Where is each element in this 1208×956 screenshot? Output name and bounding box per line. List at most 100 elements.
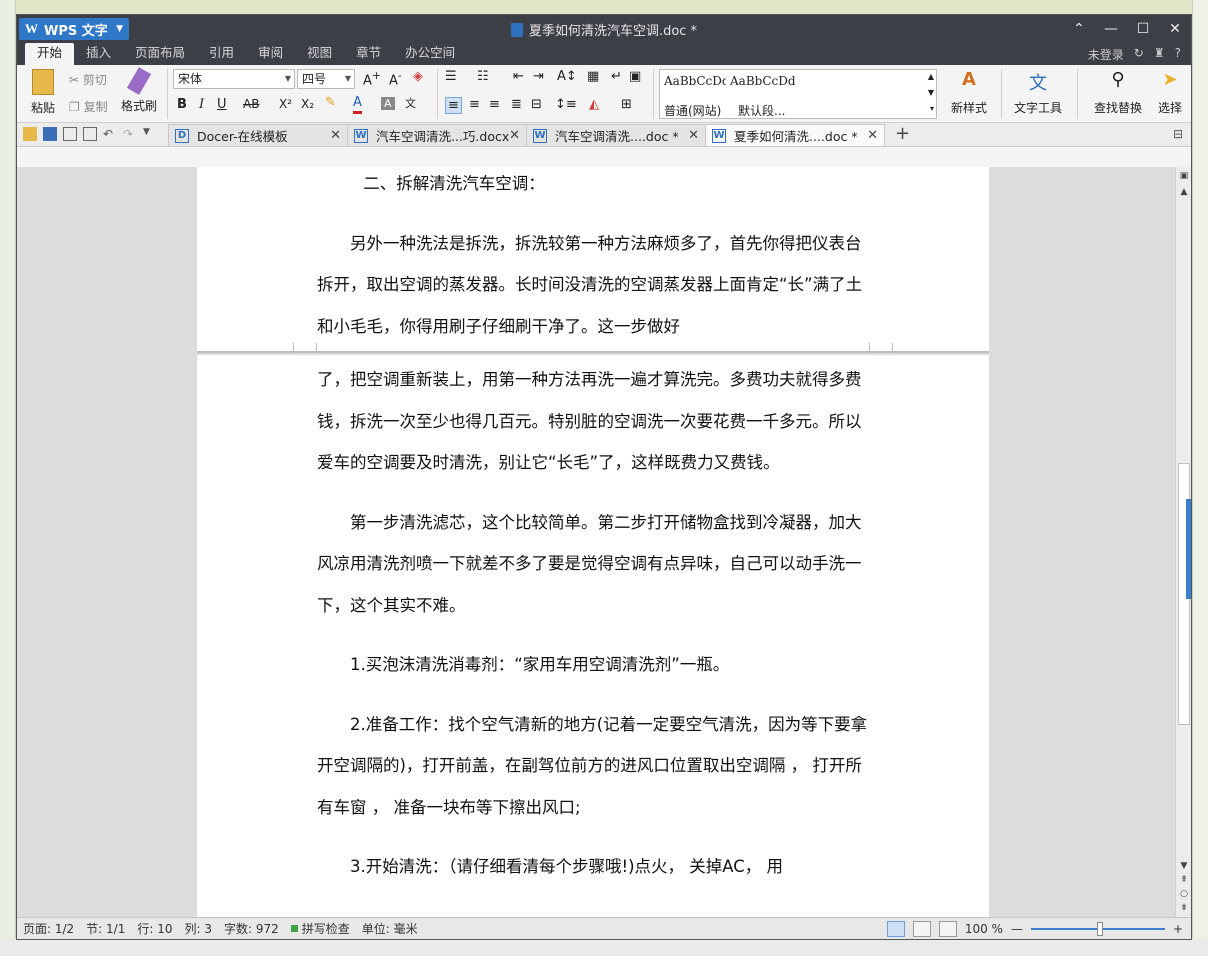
page-body[interactable]: 二、拆解清洗汽车空调： 另外一种洗法是拆洗，拆洗较第一种方法麻烦多了，首先你得把… [317,167,871,347]
tab-references[interactable]: 引用 [197,43,246,65]
page-view-icon[interactable] [886,920,905,937]
more-styles-icon[interactable]: ▾ [930,104,934,113]
decrease-indent-icon[interactable]: ⇤ [513,69,524,84]
bullet-list-icon[interactable]: ☰ [445,69,457,84]
scroll-down-icon[interactable]: ▼ [928,88,934,97]
shrink-font-icon[interactable]: A- [389,69,402,88]
cut-button[interactable]: ✂ 剪切 [69,71,107,88]
outline-view-icon[interactable] [912,920,931,937]
close-icon[interactable]: ✕ [330,128,341,143]
next-page-icon[interactable]: ⇟ [1176,903,1191,913]
italic-button[interactable]: I [199,97,204,112]
tab-insert[interactable]: 插入 [74,43,123,65]
justify-icon[interactable]: ≣ [511,97,522,112]
zoom-slider[interactable] [1030,921,1165,936]
heading-paragraph: 二、拆解清洗汽车空调： [363,174,545,193]
tab-review[interactable]: 审阅 [246,43,295,65]
numbered-list-icon[interactable]: ☷ [477,69,489,84]
browse-object-icon[interactable]: ○ [1176,889,1191,899]
tab-doc-3[interactable]: W 夏季如何清洗....doc * ✕ [705,124,885,146]
clear-format-icon[interactable]: ◈ [413,69,423,84]
underline-button[interactable]: U [217,97,227,112]
text-tools-icon: 文 [1029,73,1047,94]
shading-icon[interactable]: ◭ [589,97,599,112]
bold-button[interactable]: B [177,97,187,112]
scroll-down-icon[interactable]: ▼ [1176,861,1191,871]
zoom-slider-knob[interactable] [1096,921,1103,936]
new-style-button[interactable]: A 新样式 [943,69,995,116]
tab-list-icon[interactable]: ⊟ [1173,124,1183,146]
word-count[interactable]: 字数: 972 [218,920,285,937]
highlight-icon[interactable]: ✎ [325,95,336,110]
minimize-button[interactable]: — [1095,21,1127,37]
skin-icon[interactable]: ↻ [1134,46,1144,63]
scroll-up-icon[interactable]: ▲ [928,72,934,81]
tab-docer-templates[interactable]: D Docer-在线模板 ✕ [168,124,348,146]
tab-doc-2[interactable]: W 汽车空调清洗....doc * ✕ [526,124,706,146]
prev-page-icon[interactable]: ⇞ [1176,875,1191,885]
zoom-out-button[interactable]: — [1011,922,1023,936]
borders-icon[interactable]: ⊞ [621,97,632,112]
text-tools-button[interactable]: 文 文字工具 [1007,69,1069,116]
tab-doc-1[interactable]: W 汽车空调清洗...巧.docx ✕ [347,124,527,146]
text-direction-icon[interactable]: A↕ [557,69,577,84]
app-menu-button[interactable]: W WPS 文字 ▼ [19,18,129,40]
font-name-select[interactable]: 宋体 ▼ [173,69,295,89]
close-icon[interactable]: ✕ [867,128,878,143]
tab-chapter[interactable]: 章节 [344,43,393,65]
tab-office-space[interactable]: 办公空间 [393,43,467,65]
phonetic-guide-icon[interactable]: 文 [405,95,416,111]
line-spacing-icon[interactable]: ↕≡ [555,97,577,112]
align-left-icon[interactable]: ≡ [445,97,462,114]
customize-chevron-icon[interactable]: ▼ [143,127,157,141]
add-tab-icon[interactable]: + [895,124,910,146]
scroll-top-icon[interactable]: ▣ [1176,171,1191,181]
redo-icon[interactable]: ↷ [123,127,137,141]
show-marks-icon[interactable]: ▣ [629,69,641,84]
close-icon[interactable]: ✕ [688,128,699,143]
format-painter-button[interactable]: 格式刷 [117,67,161,114]
close-icon[interactable]: ✕ [509,128,520,143]
table-icon[interactable]: ▦ [587,69,599,84]
undo-icon[interactable]: ↶ [103,127,117,141]
help-button[interactable]: ? [1175,46,1181,63]
open-folder-icon[interactable] [23,127,37,141]
scroll-up-icon[interactable]: ▲ [1176,187,1191,197]
print-preview-icon[interactable] [83,127,97,141]
tab-home[interactable]: 开始 [25,43,75,65]
copy-button[interactable]: ❐ 复制 [69,98,108,115]
page-indicator[interactable]: 页面: 1/2 [17,920,80,937]
sidebar-toggle-handle[interactable] [1186,499,1191,599]
strikethrough-button[interactable]: AB [243,97,259,111]
zoom-in-button[interactable]: + [1173,922,1183,936]
select-button[interactable]: ➤ 选择 [1155,69,1185,116]
align-center-icon[interactable]: ≡ [469,97,480,112]
web-view-icon[interactable] [938,920,957,937]
doctab-label: 汽车空调清洗...巧.docx [376,129,510,144]
line-break-icon[interactable]: ↵ [611,69,622,84]
font-size-select[interactable]: 四号 ▼ [297,69,355,89]
distribute-icon[interactable]: ⊟ [531,97,542,112]
font-color-icon[interactable]: A [353,95,362,114]
shirt-icon[interactable]: ♜ [1154,46,1165,63]
login-link[interactable]: 未登录 [1088,46,1124,63]
align-right-icon[interactable]: ≡ [489,97,500,112]
paste-button[interactable]: 粘贴 [23,69,63,116]
maximize-button[interactable]: ☐ [1127,21,1159,37]
grow-font-icon[interactable]: A+ [363,69,381,88]
close-button[interactable]: ✕ [1159,21,1191,37]
increase-indent-icon[interactable]: ⇥ [533,69,544,84]
subscript-button[interactable]: X₂ [301,97,314,111]
spell-check-toggle[interactable]: 拼写检查 [285,920,356,937]
char-shading-icon[interactable]: A [381,97,395,110]
superscript-button[interactable]: X² [279,97,292,111]
unit-indicator[interactable]: 单位: 毫米 [356,920,424,937]
find-replace-button[interactable]: ⚲ 查找替换 [1087,69,1149,116]
page-body[interactable]: 了，把空调重新装上，用第一种方法再洗一遍才算洗完。多费功夫就得多费钱，拆洗一次至… [317,359,871,888]
tab-view[interactable]: 视图 [295,43,344,65]
zoom-level[interactable]: 100 % [965,922,1003,936]
print-icon[interactable] [63,127,77,141]
tab-page-layout[interactable]: 页面布局 [123,43,197,65]
save-icon[interactable] [43,127,57,141]
ribbon-collapse-button[interactable]: ⌃ [1063,21,1095,37]
